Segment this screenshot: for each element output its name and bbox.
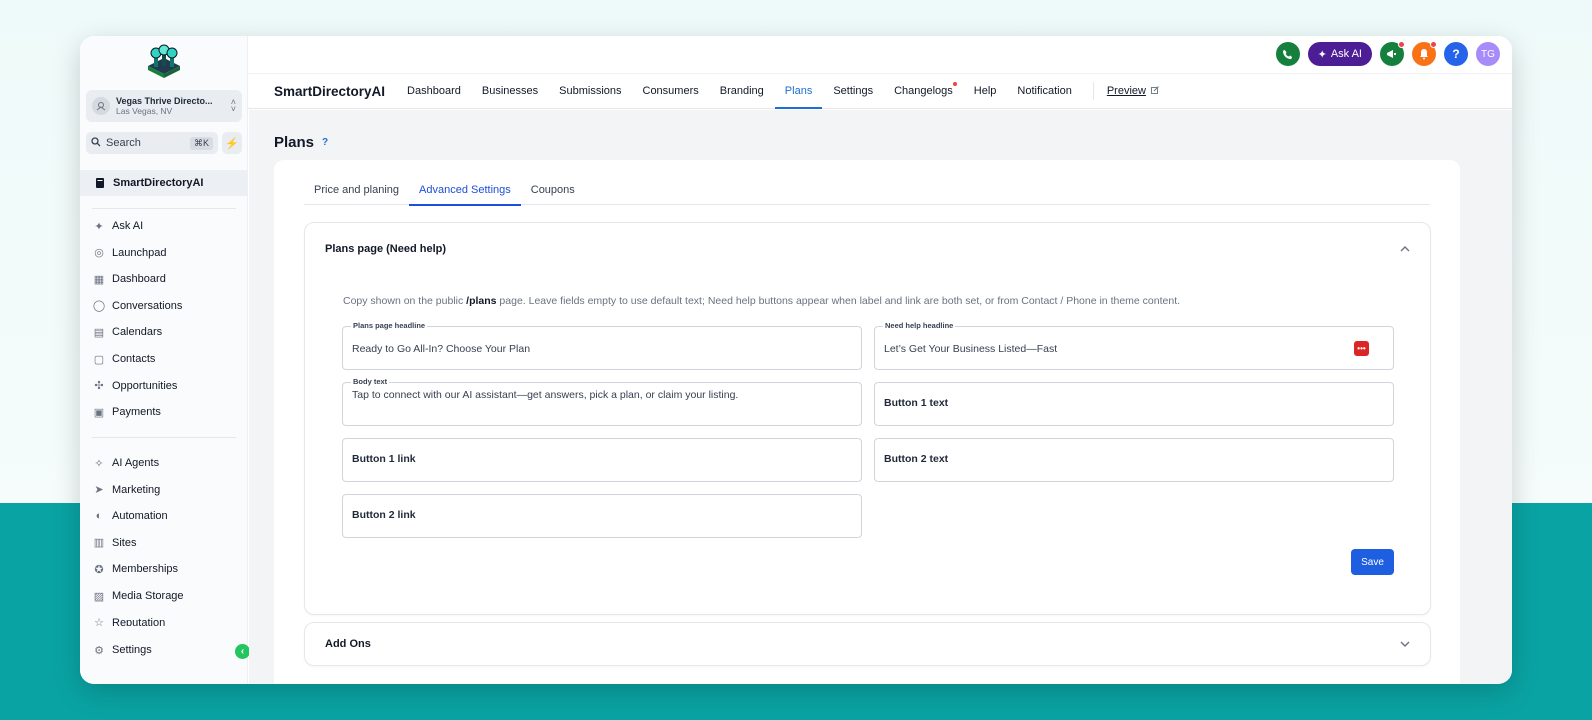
ask-ai-button[interactable]: ✦ Ask AI <box>1307 42 1372 66</box>
external-link-icon <box>1151 85 1159 97</box>
chevron-down-icon <box>1400 639 1410 650</box>
app-window: Vegas Thrive Directo... Las Vegas, NV ˄ ˅… <box>80 36 1512 684</box>
collapse-sidebar-icon[interactable]: ‹ <box>235 644 250 659</box>
nav-tab-consumers[interactable]: Consumers <box>643 74 699 109</box>
desc-text: page. Leave fields empty to use default … <box>496 295 1181 307</box>
sidebar-item-label: AI Agents <box>112 457 160 469</box>
nav-tab-plans[interactable]: Plans <box>774 74 822 109</box>
avatar[interactable]: TG <box>1476 42 1500 66</box>
tab-advanced-settings[interactable]: Advanced Settings <box>409 174 521 206</box>
bell-icon[interactable] <box>1412 41 1437 66</box>
button-2-link-field[interactable]: Button 2 link <box>342 494 862 538</box>
help-icon[interactable]: ? <box>1444 42 1468 66</box>
page-title-text: Plans <box>274 134 315 151</box>
accordion-header[interactable]: Add Ons <box>305 623 1430 665</box>
need-help-headline-field[interactable]: Need help headline Let’s Get Your Busine… <box>874 321 1394 370</box>
notification-dot <box>1398 41 1405 48</box>
accordion-title: Plans page (Need help) <box>325 243 447 255</box>
sidebar-item-label: Marketing <box>112 483 161 496</box>
sidebar-item-label: Media Storage <box>112 590 184 602</box>
nav-tab-submissions[interactable]: Submissions <box>559 74 621 109</box>
nav-divider <box>1092 82 1094 100</box>
field-placeholder: Button 1 text <box>884 397 949 409</box>
save-button[interactable]: Save <box>1351 549 1394 575</box>
main-nav: SmartDirectoryAI Dashboard Businesses Su… <box>248 74 1512 109</box>
notification-dot <box>952 81 957 86</box>
brand-title: SmartDirectoryAI <box>274 83 386 99</box>
sites-icon: ▥ <box>93 537 105 550</box>
star-icon: ☆ <box>94 617 104 626</box>
field-label: Need help headline <box>883 321 956 330</box>
button-1-link-field[interactable]: Button 1 link <box>342 438 862 482</box>
nav-tab-branding[interactable]: Branding <box>720 74 764 109</box>
help-question-icon[interactable]: ? <box>322 137 328 148</box>
tab-coupons[interactable]: Coupons <box>521 174 585 205</box>
settings-tabs: Price and planing Advanced Settings Coup… <box>304 174 1430 206</box>
nav-tab-businesses[interactable]: Businesses <box>482 74 538 109</box>
button-2-text-field[interactable]: Button 2 text <box>874 438 1394 482</box>
section-description: Copy shown on the public /plans page. Le… <box>343 295 1180 307</box>
password-manager-icon[interactable]: ••• <box>1354 341 1369 356</box>
accordion-header[interactable]: Plans page (Need help) <box>305 223 1430 275</box>
sidebar-item-ai-agents[interactable]: ✧ AI Agents <box>92 453 159 473</box>
accordion-add-ons: Add Ons <box>304 622 1431 666</box>
sidebar-item-media-storage[interactable]: ▨ Media Storage <box>92 586 184 606</box>
image-icon: ▨ <box>93 590 105 603</box>
body-text-field[interactable]: Body text Tap to connect with our AI ass… <box>342 377 862 426</box>
megaphone-icon[interactable] <box>1380 41 1405 66</box>
nav-tab-settings[interactable]: Settings <box>833 74 873 109</box>
send-icon: ➤ <box>94 484 104 497</box>
field-placeholder: Button 1 link <box>352 453 416 465</box>
main-content: Plans ? Price and planing Advanced Setti… <box>249 110 1512 684</box>
desc-path: /plans <box>466 295 497 307</box>
sidebar-item-label: Memberships <box>112 563 179 576</box>
preview-label: Preview <box>1106 85 1146 97</box>
sidebar: Vegas Thrive Directo... Las Vegas, NV ˄ ˅… <box>80 36 250 684</box>
nav-tab-help[interactable]: Help <box>974 74 997 109</box>
sparkle-icon: ✦ <box>1317 48 1327 61</box>
field-value: Let’s Get Your Business Listed—Fast <box>884 343 1058 355</box>
accordion-title: Add Ons <box>325 638 371 650</box>
top-bar: ✦ Ask AI ? TG <box>248 36 1512 74</box>
sidebar-item-reputation[interactable]: ☆ Reputation <box>92 613 165 626</box>
notification-dot <box>1430 41 1437 48</box>
nav-tab-label: Changelogs <box>894 85 953 97</box>
nav-tab-changelogs[interactable]: Changelogs <box>894 74 957 109</box>
nav-tab-dashboard[interactable]: Dashboard <box>407 74 461 109</box>
accordion-plans-page: Plans page (Need help) Copy shown on the… <box>304 222 1431 615</box>
field-value: Tap to connect with our AI assistant—get… <box>352 389 739 401</box>
automation-icon: ◐ <box>95 510 103 523</box>
ai-agents-icon: ✧ <box>94 457 104 470</box>
desc-text: Copy shown on the public <box>343 295 467 307</box>
plans-headline-field[interactable]: Plans page headline Ready to Go All-In? … <box>342 321 862 370</box>
gear-icon: ⚙ <box>94 644 104 657</box>
sidebar-item-label: Settings <box>112 644 152 656</box>
sidebar-item-settings[interactable]: ⚙ Settings <box>92 640 152 660</box>
nav-tab-notification[interactable]: Notification <box>1017 74 1071 109</box>
phone-icon[interactable] <box>1275 42 1300 66</box>
field-placeholder: Button 2 link <box>352 509 416 521</box>
sidebar-item-marketing[interactable]: ➤ Marketing <box>92 480 160 500</box>
chevron-up-icon <box>1400 244 1410 255</box>
ask-ai-label: Ask AI <box>1330 48 1362 60</box>
sidebar-item-label: Sites <box>112 536 137 549</box>
sidebar-item-label: Automation <box>112 510 168 523</box>
sidebar-item-memberships[interactable]: ✪ Memberships <box>92 559 178 579</box>
button-1-text-field[interactable]: Button 1 text <box>874 382 1394 426</box>
field-label: Plans page headline <box>351 321 428 330</box>
sidebar-item-sites[interactable]: ▥ Sites <box>92 533 137 553</box>
field-placeholder: Button 2 text <box>884 453 949 465</box>
plans-card: Price and planing Advanced Settings Coup… <box>274 160 1460 684</box>
sidebar-item-automation[interactable]: ◐ Automation <box>92 506 168 526</box>
page-title: Plans ? <box>274 134 328 151</box>
tab-price-and-planing[interactable]: Price and planing <box>304 174 409 205</box>
preview-link[interactable]: Preview <box>1107 85 1159 97</box>
sidebar-item-label: Reputation <box>112 616 166 626</box>
badge-icon: ✪ <box>94 563 104 576</box>
field-label: Body text <box>351 377 390 386</box>
field-value: Ready to Go All-In? Choose Your Plan <box>352 343 531 355</box>
